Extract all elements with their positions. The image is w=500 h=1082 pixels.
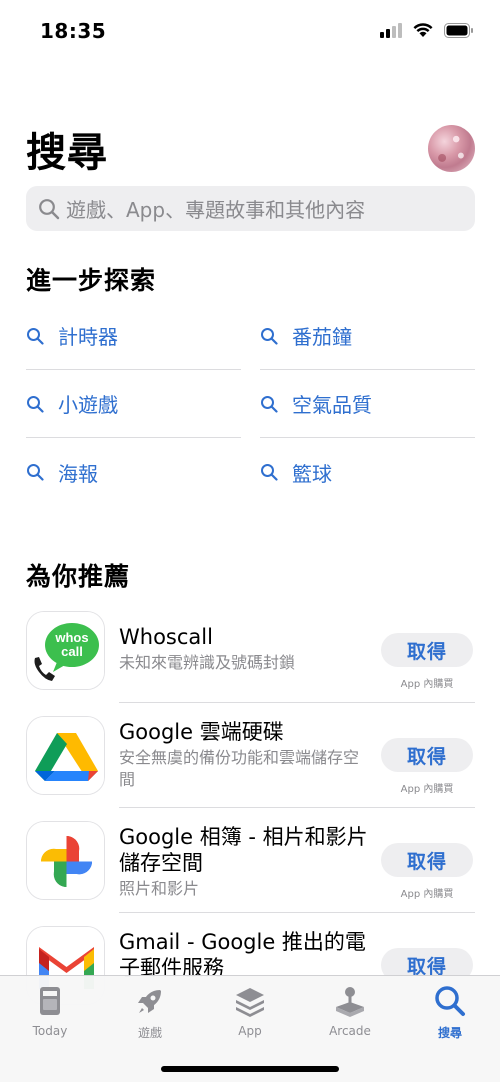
search-icon [27, 327, 44, 345]
in-app-purchase-label: App 內購買 [400, 679, 454, 690]
account-avatar[interactable] [428, 125, 475, 172]
explore-item-air-quality[interactable]: 空氣品質 [260, 370, 475, 438]
explore-item-timer[interactable]: 計時器 [26, 302, 241, 370]
layers-icon [236, 988, 264, 1017]
tab-label: 遊戲 [137, 1026, 162, 1040]
cellular-signal-icon [380, 23, 402, 38]
app-name: Whoscall [119, 625, 213, 649]
explore-item-label: 番茄鐘 [292, 325, 352, 349]
search-icon [39, 198, 60, 219]
tab-label: Arcade [329, 1024, 371, 1038]
battery-icon [444, 22, 473, 38]
row-divider [119, 912, 475, 913]
explore-section-title: 進一步探索 [26, 266, 157, 295]
explore-item-label: 小遊戲 [58, 393, 118, 417]
row-divider [119, 807, 475, 808]
app-subtitle: 照片和影片 [119, 879, 200, 898]
app-name: Gmail - Google 推出的電子郵件服務 [119, 930, 366, 980]
explore-item-label: 籃球 [292, 461, 332, 486]
arcade-joystick-icon [336, 987, 364, 1017]
status-time: 18:35 [40, 19, 107, 43]
app-row-whoscall[interactable]: whos call Whoscall 未知來電辨識及號碼封鎖 取得 App 內購… [26, 611, 475, 716]
status-icons [380, 22, 474, 38]
search-placeholder: 遊戲、App、專題故事和其他內容 [66, 198, 366, 222]
tab-arcade[interactable]: Arcade [300, 984, 400, 1044]
google-photos-app-icon [26, 821, 105, 900]
whoscall-logo-text: whos [54, 630, 88, 645]
explore-item-label: 計時器 [58, 325, 118, 349]
search-icon [261, 464, 278, 481]
tab-label: App [238, 1024, 262, 1038]
search-icon [261, 327, 278, 345]
explore-item-basketball[interactable]: 籃球 [260, 438, 475, 506]
google-photos-pinwheel-icon [27, 822, 104, 899]
search-icon [27, 395, 44, 413]
app-row-google-photos[interactable]: Google 相簿 - 相片和影片儲存空間 照片和影片 取得 App 內購買 [26, 821, 475, 926]
search-icon [27, 464, 44, 481]
rocket-icon [138, 990, 161, 1013]
whoscall-logo-icon: whos call [27, 612, 104, 689]
tab-games[interactable]: 遊戲 [100, 984, 200, 1044]
home-indicator [161, 1066, 339, 1072]
in-app-purchase-label: App 內購買 [400, 889, 454, 900]
search-icon [261, 395, 278, 413]
whoscall-logo-text: call [61, 644, 83, 659]
get-button[interactable]: 取得 [381, 843, 473, 877]
wifi-icon [413, 23, 433, 37]
google-drive-logo-icon [27, 717, 104, 794]
get-button[interactable]: 取得 [381, 738, 473, 772]
app-name: Google 雲端硬碟 [119, 720, 284, 744]
app-subtitle: 未知來電辨識及號碼封鎖 [119, 653, 296, 672]
app-row-google-drive[interactable]: Google 雲端硬碟 安全無虞的備份功能和雲端儲存空間 取得 App 內購買 [26, 716, 475, 821]
today-icon [40, 987, 60, 1015]
get-button[interactable]: 取得 [381, 633, 473, 667]
in-app-purchase-label: App 內購買 [400, 784, 454, 795]
explore-item-mini-games[interactable]: 小遊戲 [26, 370, 241, 438]
explore-item-pomodoro[interactable]: 番茄鐘 [260, 302, 475, 370]
explore-item-label: 海報 [58, 461, 98, 486]
row-divider [119, 702, 475, 703]
tab-label: Today [32, 1024, 68, 1038]
explore-item-label: 空氣品質 [292, 393, 372, 417]
status-bar: 18:35 [0, 0, 500, 62]
whoscall-app-icon: whos call [26, 611, 105, 690]
explore-item-poster[interactable]: 海報 [26, 438, 241, 506]
tab-label: 搜尋 [437, 1026, 462, 1040]
search-icon [435, 986, 465, 1016]
tab-apps[interactable]: App [200, 984, 300, 1044]
tab-bar: Today 遊戲 App Arcade 搜尋 [0, 975, 500, 1082]
recommended-section-title: 為你推薦 [26, 562, 131, 591]
google-drive-app-icon [26, 716, 105, 795]
tab-search[interactable]: 搜尋 [400, 984, 500, 1044]
app-name: Google 相簿 - 相片和影片儲存空間 [119, 825, 368, 875]
app-subtitle: 安全無虞的備份功能和雲端儲存空間 [119, 748, 360, 789]
search-input[interactable]: 遊戲、App、專題故事和其他內容 [26, 186, 475, 231]
page-title: 搜尋 [26, 130, 108, 176]
tab-today[interactable]: Today [0, 984, 100, 1044]
